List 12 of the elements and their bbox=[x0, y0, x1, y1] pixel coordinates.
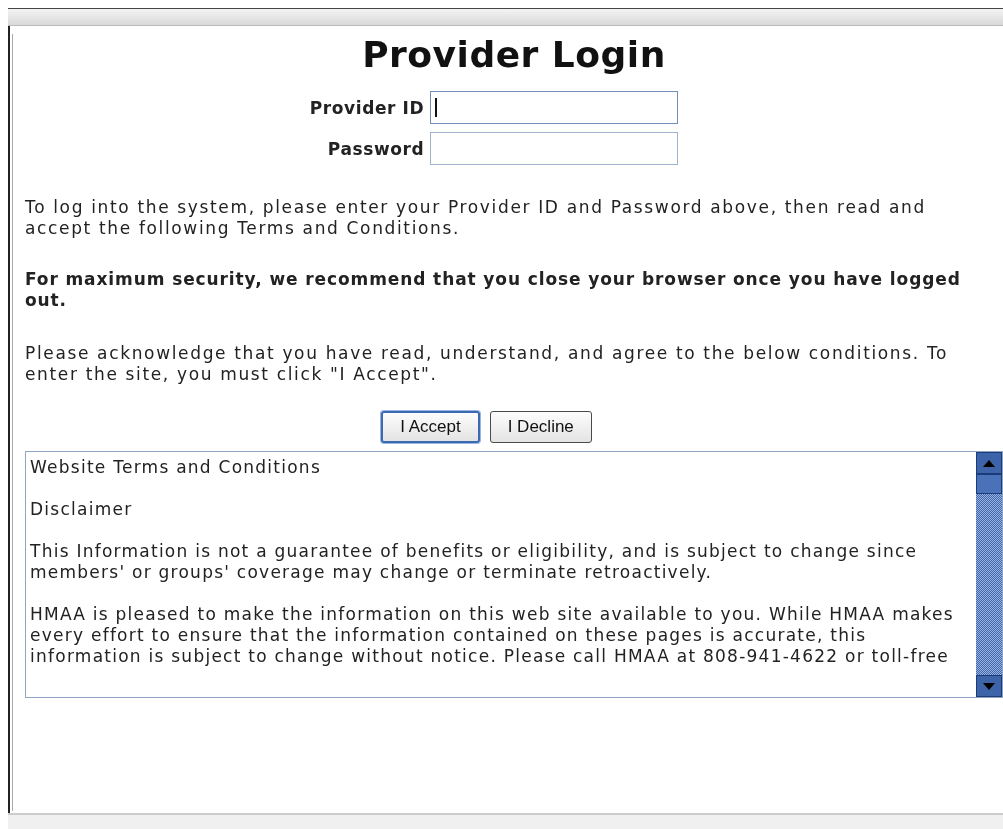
security-notice: For maximum security, we recommend that you close your browser once you have logged out. bbox=[25, 269, 962, 311]
decline-button[interactable]: I Decline bbox=[489, 411, 592, 443]
terms-text: Website Terms and Conditions bbox=[30, 457, 322, 478]
accept-button[interactable]: I Accept bbox=[381, 411, 480, 443]
page-title: Provider Login bbox=[361, 34, 667, 75]
instruction-text: To log into the system, please enter your Provider ID and Password above, then read and accept the following Terms and Conditions. bbox=[25, 197, 927, 239]
terms-text: This Information is not a guarantee of benefits or eligibility, and is subject to change since members' or groups' coverage may change or terminate retroactively. bbox=[30, 541, 919, 583]
instruction-text: Please acknowledge that you have read, understand, and agree to the below conditions. To enter the site, you must click "I Accept". bbox=[25, 343, 950, 385]
terms-text: HMAA is pleased to make the information on this web site available to you. While HMAA makes every effort to ensure that the information contained on these pages is accurate, this information is subject to change without notice. Please call HMAA at 808-941-4622 or toll-free bbox=[30, 604, 955, 667]
field-label: Password bbox=[326, 138, 425, 159]
terms-text: Disclaimer bbox=[30, 499, 134, 520]
field-label: Provider ID bbox=[309, 97, 425, 118]
